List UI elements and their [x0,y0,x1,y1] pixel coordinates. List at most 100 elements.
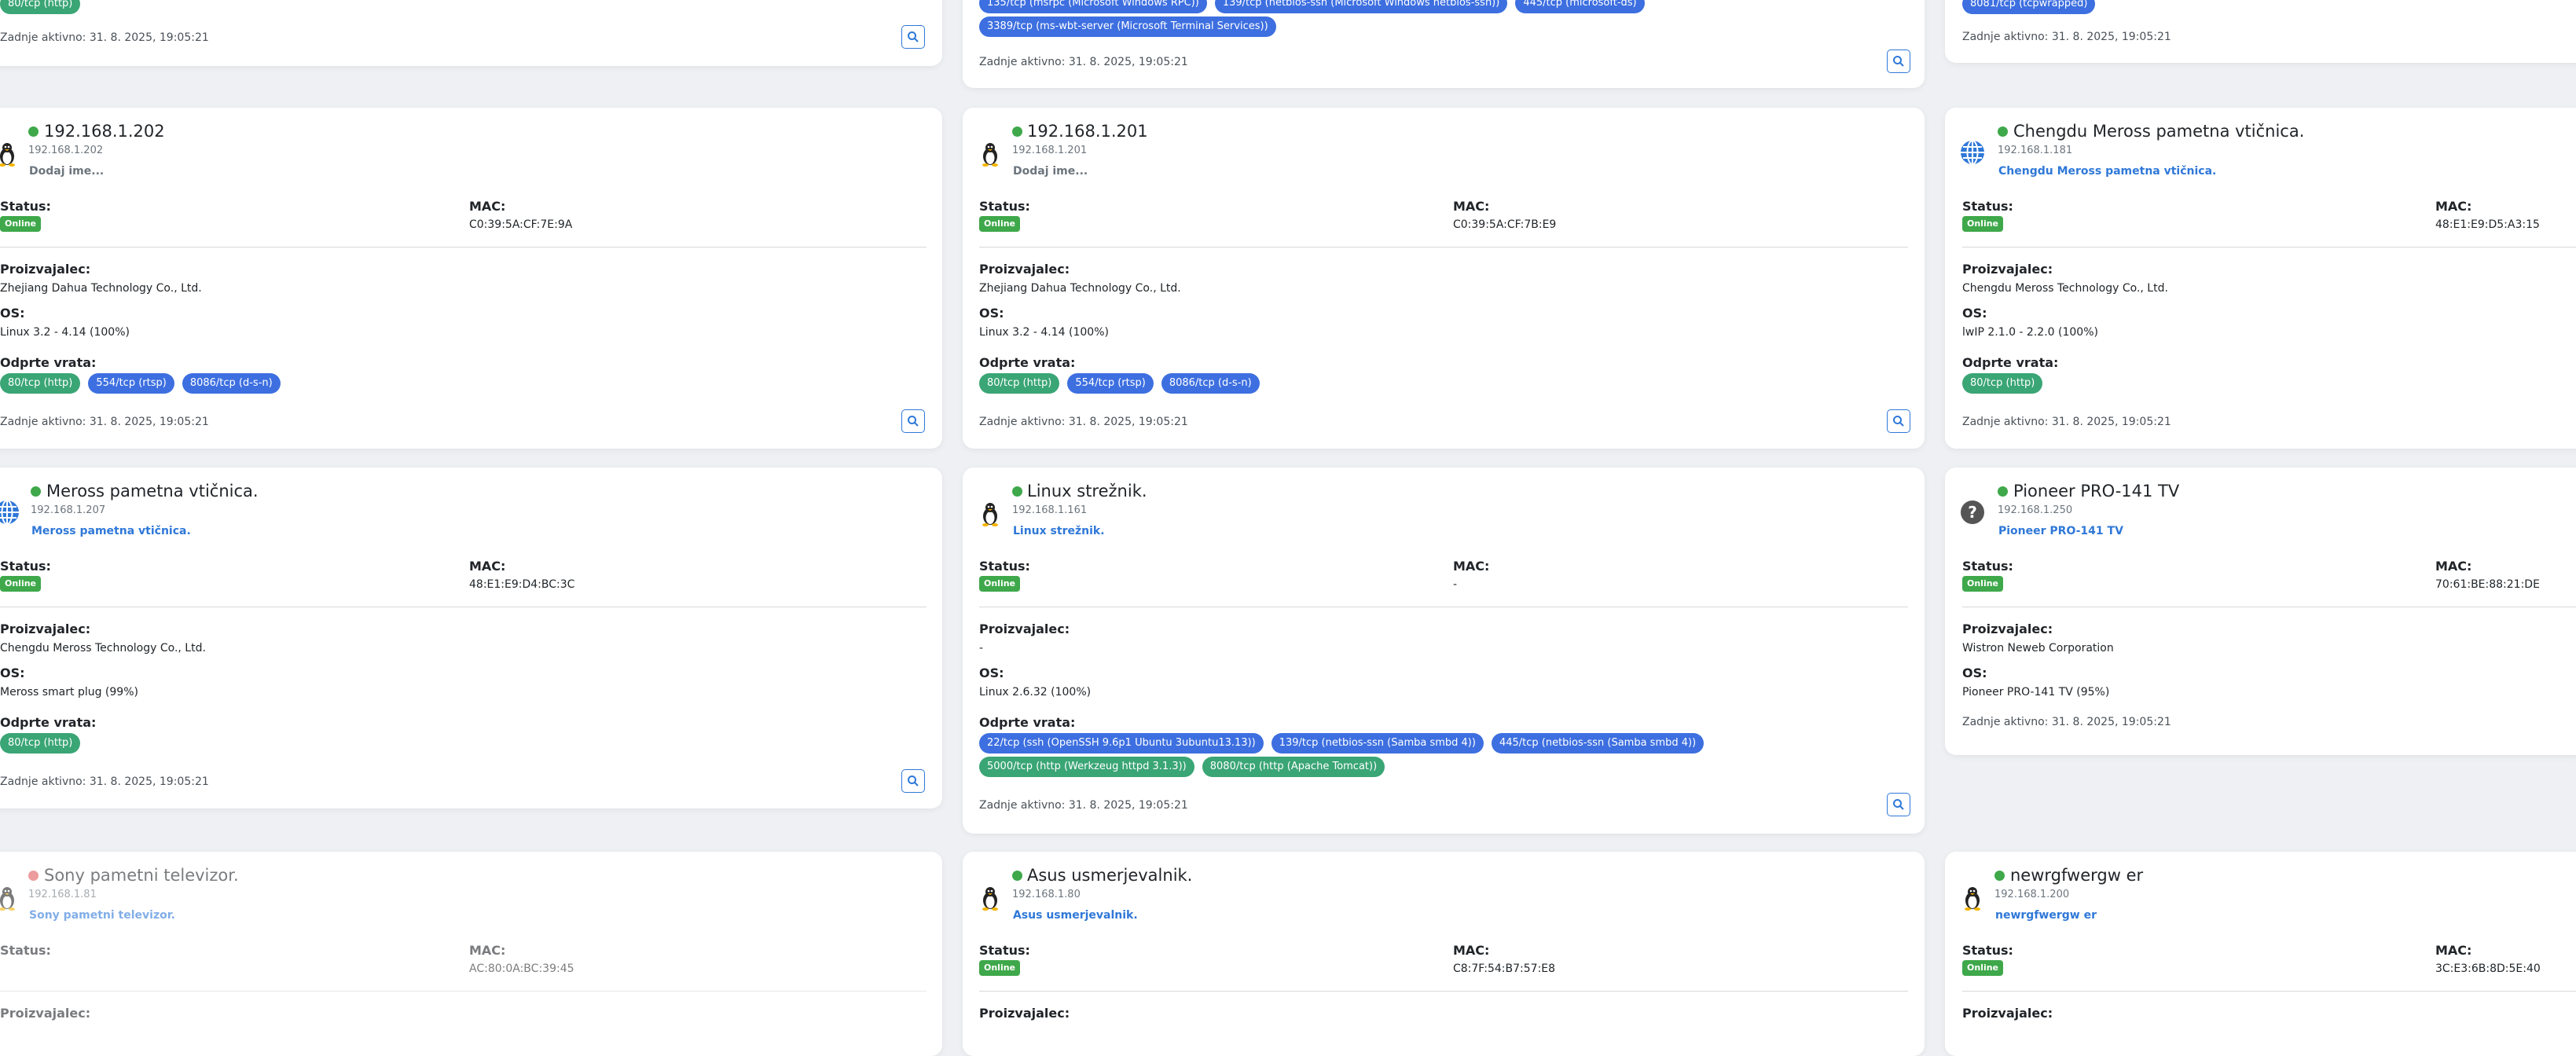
os-label: OS: [1962,306,1987,321]
port-badge: 8080/tcp (http (Apache Tomcat)) [1202,757,1385,777]
device-name-link[interactable]: newrgfwergw er [1995,909,2097,922]
mac-label: MAC: [1453,199,1490,214]
device-ip: 192.168.1.201 [1012,145,1088,156]
open-ports: 80/tcp (http) 554/tcp (rtsp) 8086/tcp (d… [979,373,1260,394]
linux-penguin-icon [0,143,15,167]
vendor-value: - [979,642,984,654]
linux-penguin-icon [982,887,998,911]
mac-value: 48:E1:E9:D5:A3:15 [2435,218,2540,231]
add-name-link[interactable]: Dodaj ime... [1013,165,1088,178]
port-badge: 445/tcp (netbios-ssn (Samba smbd 4)) [1491,733,1704,754]
search-button[interactable] [901,769,925,793]
vendor-label: Proizvajalec: [0,1006,91,1021]
vendor-label: Proizvajalec: [1962,262,2053,277]
os-value: Linux 2.6.32 (100%) [979,686,1092,698]
search-icon [908,416,919,427]
port-badge: 80/tcp (http) [1962,373,2043,394]
add-name-link[interactable]: Dodaj ime... [29,165,104,178]
mac-label: MAC: [469,199,506,214]
device-title: Asus usmerjevalnik. [1027,866,1193,885]
globe-icon [1961,140,1984,165]
mac-value: AC:80:0A:BC:39:45 [469,962,574,975]
port-badge: 135/tcp (msrpc (Microsoft Windows RPC)) [979,0,1207,13]
status-badge: Online [1962,576,2004,592]
device-title: Chengdu Meross pametna vtičnica. [2013,122,2305,141]
ports-label: Odprte vrata: [0,355,97,370]
device-card: Asus usmerjevalnik. 192.168.1.80 Asus us… [963,852,1925,1056]
port-badge: 554/tcp (rtsp) [1067,373,1154,394]
search-button[interactable] [901,409,925,433]
vendor-value: Chengdu Meross Technology Co., Ltd. [0,642,206,654]
device-card: 80/tcp (http) Zadnje aktivno: 31. 8. 202… [0,0,942,66]
device-ip: 192.168.1.250 [1998,504,2073,516]
device-title: Meross pametna vtičnica. [46,482,259,500]
device-name-link[interactable]: Asus usmerjevalnik. [1013,909,1138,922]
divider [979,247,1908,248]
os-label: OS: [1962,666,1987,680]
device-title: newrgfwergw er [2010,866,2144,885]
device-name-link[interactable]: Chengdu Meross pametna vtičnica. [1998,165,2216,178]
search-button[interactable] [1887,793,1910,816]
device-card: 135/tcp (msrpc (Microsoft Windows RPC)) … [963,0,1925,88]
device-name-link[interactable]: Meross pametna vtičnica. [31,525,191,537]
device-ip: 192.168.1.80 [1012,889,1081,900]
os-value: Linux 3.2 - 4.14 (100%) [0,326,130,339]
os-value: Meross smart plug (99%) [0,686,138,698]
device-ip: 192.168.1.202 [28,145,104,156]
device-name-link[interactable]: Sony pametni televizor. [29,909,175,922]
os-value: Pioneer PRO-141 TV (95%) [1962,686,2110,698]
port-badge: 139/tcp (netbios-ssn (Samba smbd 4)) [1271,733,1484,754]
vendor-label: Proizvajalec: [0,262,91,277]
globe-icon [0,500,19,525]
device-card: 8081/tcp (tcpwrapped) Zadnje aktivno: 31… [1945,0,2576,63]
os-label: OS: [979,306,1004,321]
vendor-label: Proizvajalec: [979,1006,1070,1021]
last-active: Zadnje aktivno: 31. 8. 2025, 19:05:21 [0,31,209,44]
mac-label: MAC: [469,943,506,958]
mac-value: - [1453,578,1458,591]
vendor-label: Proizvajalec: [1962,622,2053,636]
device-card: 192.168.1.201 192.168.1.201 Dodaj ime...… [963,108,1925,449]
vendor-value: Chengdu Meross Technology Co., Ltd. [1962,282,2168,295]
search-button[interactable] [901,25,925,49]
device-title: 192.168.1.202 [44,122,165,141]
status-badge: Online [979,216,1021,232]
mac-label: MAC: [2435,199,2472,214]
status-badge: Online [1962,216,2004,232]
device-name-link[interactable]: Linux strežnik. [1013,525,1105,537]
search-icon [1893,799,1904,810]
device-card: Chengdu Meross pametna vtičnica. 192.168… [1945,108,2576,449]
device-card: Sony pametni televizor. 192.168.1.81 Son… [0,852,942,1056]
search-button[interactable] [1887,50,1910,73]
port-badge: 80/tcp (http) [979,373,1060,394]
search-button[interactable] [1887,409,1910,433]
ports-label: Odprte vrata: [979,355,1076,370]
device-ip: 192.168.1.161 [1012,504,1088,516]
divider [1962,247,2576,248]
last-active: Zadnje aktivno: 31. 8. 2025, 19:05:21 [1962,31,2171,43]
device-name-link[interactable]: Pioneer PRO-141 TV [1998,525,2123,537]
device-title: Pioneer PRO-141 TV [2013,482,2180,500]
status-label: Status: [0,943,51,958]
device-title: Sony pametni televizor. [44,866,239,885]
linux-penguin-icon [982,503,998,526]
mac-value: 70:61:BE:88:21:DE [2435,578,2540,591]
device-card: Meross pametna vtičnica. 192.168.1.207 M… [0,468,942,808]
ports-label: Odprte vrata: [979,715,1076,730]
os-label: OS: [0,306,25,321]
mac-label: MAC: [469,559,506,574]
vendor-label: Proizvajalec: [979,262,1070,277]
open-ports: 80/tcp (http) [0,0,81,14]
status-dot [31,486,41,497]
os-value: Linux 3.2 - 4.14 (100%) [979,326,1109,339]
last-active: Zadnje aktivno: 31. 8. 2025, 19:05:21 [0,416,209,428]
status-dot [1012,871,1022,881]
divider [979,991,1908,992]
last-active: Zadnje aktivno: 31. 8. 2025, 19:05:21 [0,776,209,788]
search-icon [908,776,919,786]
status-dot [1998,486,2008,497]
port-badge: 22/tcp (ssh (OpenSSH 9.6p1 Ubuntu 3ubunt… [979,733,1264,754]
os-value: lwIP 2.1.0 - 2.2.0 (100%) [1962,326,2098,339]
port-badge: 80/tcp (http) [0,733,81,754]
open-ports: 22/tcp (ssh (OpenSSH 9.6p1 Ubuntu 3ubunt… [979,733,1704,754]
